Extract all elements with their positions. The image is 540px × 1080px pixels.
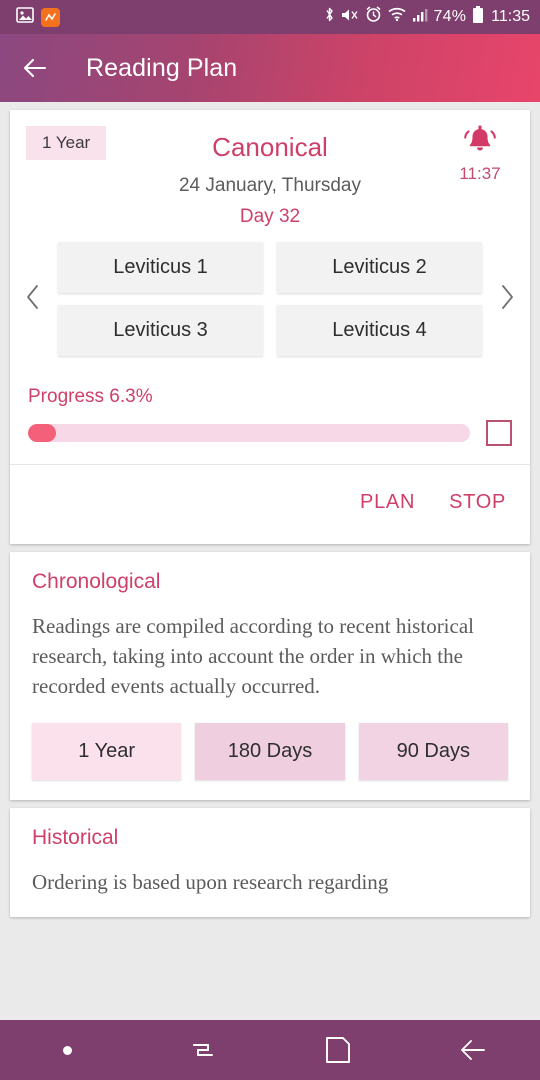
chevron-right-icon[interactable]	[484, 284, 530, 315]
chronological-card: Chronological Readings are compiled acco…	[10, 552, 530, 801]
status-bar-left-icons	[16, 6, 60, 28]
alarm-area[interactable]: 11:37	[450, 122, 510, 184]
plan-button[interactable]: PLAN	[360, 491, 415, 514]
wifi-icon	[387, 7, 406, 27]
mark-complete-checkbox[interactable]	[486, 420, 512, 446]
signal-icon	[412, 8, 428, 27]
reading-plan-card: 1 Year 11:37 Canonical 24 January, Thurs…	[10, 110, 530, 544]
plan-day: Day 32	[239, 206, 301, 227]
app-bar: Reading Plan	[0, 34, 540, 102]
home-icon[interactable]	[270, 1036, 405, 1064]
chapter-button[interactable]: Leviticus 3	[58, 305, 263, 356]
chronological-description: Readings are compiled according to recen…	[32, 614, 474, 699]
page-title: Reading Plan	[86, 53, 238, 82]
stop-button[interactable]: STOP	[449, 491, 506, 514]
battery-icon	[472, 5, 484, 29]
plan-card-header: 1 Year 11:37 Canonical 24 January, Thurs…	[10, 110, 530, 232]
plan-duration-chip[interactable]: 1 Year	[26, 126, 107, 160]
historical-title: Historical	[32, 826, 119, 850]
alarm-icon	[365, 6, 382, 28]
chronological-title: Chronological	[32, 570, 161, 593]
duration-button-1-year[interactable]: 1 Year	[32, 723, 182, 781]
mute-icon	[341, 7, 359, 28]
historical-description: Ordering is based upon research regardin…	[32, 870, 389, 895]
battery-percent: 74%	[433, 8, 467, 25]
progress-bar-fill	[28, 424, 56, 442]
recent-apps-icon[interactable]	[135, 1035, 270, 1065]
progress-bar	[28, 424, 470, 442]
progress-section: Progress 6.3%	[10, 370, 530, 464]
chapter-navigator: Leviticus 1 Leviticus 2 Leviticus 3 Levi…	[10, 232, 530, 370]
status-bar-clock: 11:35	[491, 8, 530, 25]
orange-app-icon	[41, 7, 60, 27]
duration-button-90-days[interactable]: 90 Days	[358, 723, 508, 781]
progress-row	[28, 420, 512, 446]
dot-indicator-icon[interactable]	[0, 1045, 135, 1055]
system-navigation-bar	[0, 1020, 540, 1080]
chapter-button[interactable]: Leviticus 1	[58, 242, 263, 293]
progress-label: Progress 6.3%	[28, 386, 153, 407]
back-arrow-icon[interactable]	[22, 55, 48, 81]
plan-card-actions: PLAN STOP	[10, 465, 530, 544]
status-bar: 74% 11:35	[0, 0, 540, 34]
chevron-left-icon[interactable]	[10, 284, 56, 315]
historical-card: Historical Ordering is based upon resear…	[10, 808, 530, 918]
chronological-duration-options: 1 Year 180 Days 90 Days	[32, 723, 508, 781]
gallery-icon	[16, 6, 34, 28]
bell-ringing-icon[interactable]	[460, 125, 500, 162]
chapter-grid: Leviticus 1 Leviticus 2 Leviticus 3 Levi…	[56, 242, 484, 356]
alarm-time: 11:37	[459, 164, 501, 183]
duration-button-180-days[interactable]: 180 Days	[195, 723, 345, 781]
scroll-content[interactable]: 1 Year 11:37 Canonical 24 January, Thurs…	[0, 102, 540, 1020]
back-icon[interactable]	[405, 1037, 540, 1063]
chapter-button[interactable]: Leviticus 4	[277, 305, 482, 356]
bluetooth-icon	[324, 6, 335, 28]
chapter-button[interactable]: Leviticus 2	[277, 242, 482, 293]
status-bar-right-icons: 74% 11:35	[324, 5, 530, 29]
